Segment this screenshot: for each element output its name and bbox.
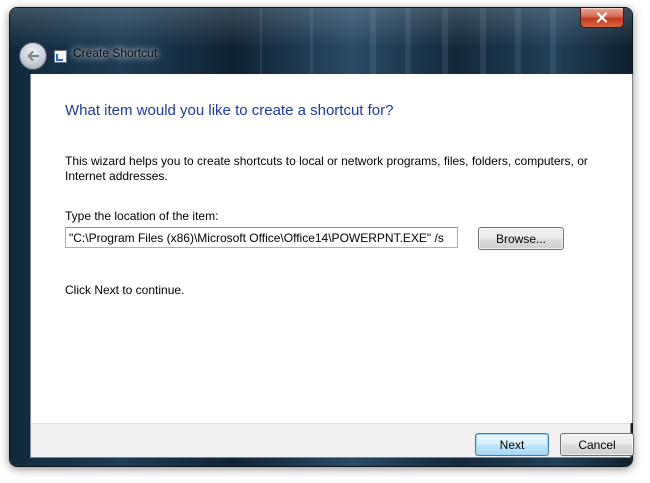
wizard-content: What item would you like to create a sho… [30,74,633,423]
glass-titlebar-background [10,8,632,80]
shortcut-icon [54,50,67,63]
browse-button[interactable]: Browse... [478,227,564,250]
create-shortcut-window: Create Shortcut What item would you like… [10,8,634,466]
next-button[interactable]: Next [475,433,549,456]
wizard-heading: What item would you like to create a sho… [65,102,394,119]
close-button[interactable] [580,8,624,28]
cancel-button[interactable]: Cancel [560,433,634,456]
wizard-description: This wizard helps you to create shortcut… [65,154,588,183]
location-input[interactable] [65,227,458,248]
back-button[interactable] [19,42,47,70]
window-title: Create Shortcut [73,46,158,60]
continue-hint: Click Next to continue. [65,283,185,297]
wizard-footer: Next Cancel [30,423,634,458]
back-arrow-icon [27,50,40,62]
location-label: Type the location of the item: [65,209,219,223]
close-icon [596,12,608,23]
